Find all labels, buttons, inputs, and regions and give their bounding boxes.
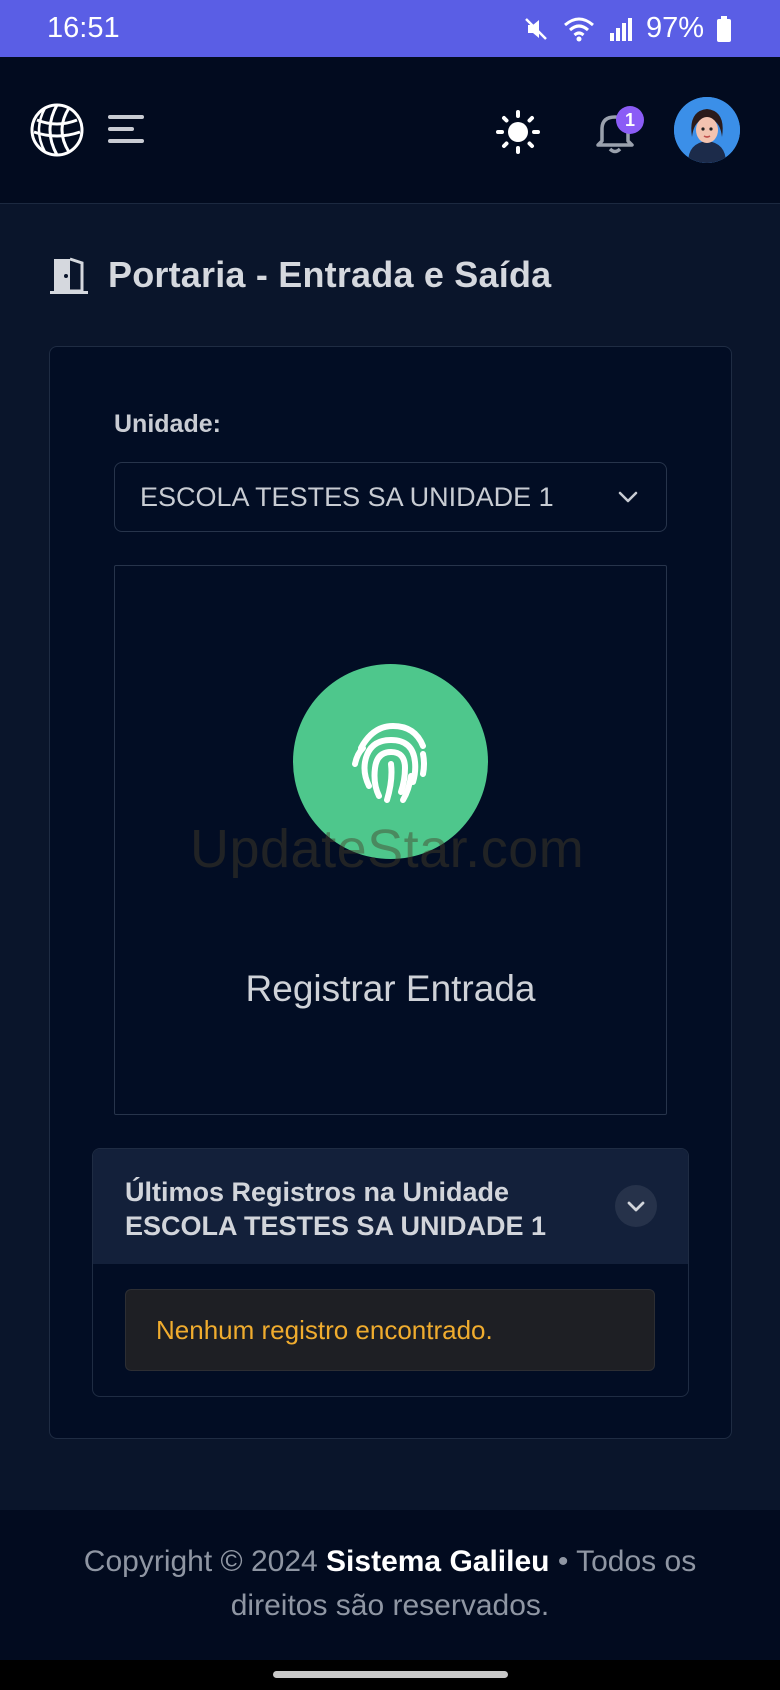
battery-icon bbox=[717, 15, 731, 42]
footer-copyright: Copyright © 2024 bbox=[83, 1545, 318, 1578]
wifi-icon bbox=[563, 17, 594, 41]
chevron-down-icon bbox=[627, 1201, 645, 1211]
watermark: UpdateStar.com bbox=[190, 819, 585, 879]
signal-icon bbox=[609, 17, 632, 41]
unit-select[interactable]: ESCOLA TESTES SA UNIDADE 1 bbox=[114, 462, 667, 532]
footer-brand: Sistema Galileu bbox=[326, 1545, 550, 1578]
accordion-title: Últimos Registros na Unidade ESCOLA TEST… bbox=[125, 1177, 547, 1241]
door-open-icon bbox=[50, 257, 88, 294]
footer: Copyright © 2024 Sistema Galileu • Todos… bbox=[0, 1510, 780, 1660]
gesture-handle[interactable] bbox=[273, 1671, 508, 1678]
hamburger-menu-icon[interactable] bbox=[108, 113, 146, 145]
battery-percent: 97% bbox=[645, 12, 704, 44]
accordion-toggle[interactable] bbox=[615, 1185, 657, 1227]
sun-icon[interactable] bbox=[496, 110, 540, 154]
mute-vibrate-icon bbox=[525, 17, 547, 40]
page-title: Portaria - Entrada e Saída bbox=[108, 254, 552, 295]
footer-text: Copyright © 2024 Sistema Galileu • Todos… bbox=[40, 1540, 740, 1628]
unit-label: Unidade: bbox=[114, 410, 221, 438]
status-icons: 97% bbox=[522, 12, 732, 45]
avatar[interactable] bbox=[674, 97, 740, 163]
accordion-header[interactable]: Últimos Registros na Unidade ESCOLA TEST… bbox=[93, 1149, 688, 1264]
recent-records-accordion: Últimos Registros na Unidade ESCOLA TEST… bbox=[92, 1148, 689, 1397]
app-header: 1 bbox=[0, 57, 780, 204]
empty-records-alert: Nenhum registro encontrado. bbox=[125, 1289, 655, 1371]
notification-badge: 1 bbox=[616, 106, 644, 134]
page-header: Portaria - Entrada e Saída bbox=[48, 250, 551, 300]
globe-icon[interactable] bbox=[29, 102, 85, 158]
unit-select-value: ESCOLA TESTES SA UNIDADE 1 bbox=[140, 481, 554, 512]
chevron-down-icon bbox=[618, 491, 638, 503]
status-bar: 16:51 97% bbox=[0, 0, 780, 57]
register-entry-label[interactable]: Registrar Entrada bbox=[114, 968, 667, 1010]
fingerprint-icon bbox=[351, 722, 427, 803]
status-time: 16:51 bbox=[47, 12, 120, 44]
